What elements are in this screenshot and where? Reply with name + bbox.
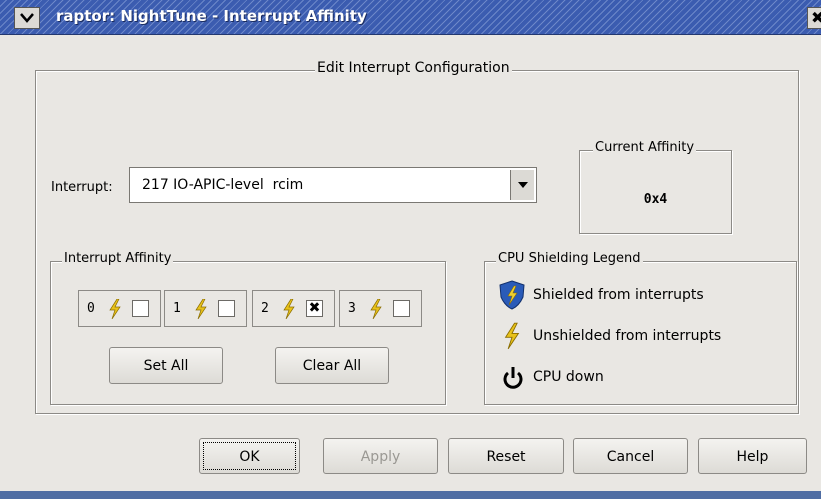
interrupt-affinity-dialog: raptor: NightTune - Interrupt Affinity ✖… [0, 0, 821, 491]
shield-icon [499, 280, 525, 310]
cpu-number: 0 [87, 301, 95, 316]
interrupt-affinity-title: Interrupt Affinity [62, 251, 174, 266]
edit-configuration-title: Edit Interrupt Configuration [315, 60, 512, 76]
cpu-number: 3 [348, 301, 356, 316]
triangle-down-icon [517, 182, 528, 188]
dropdown-arrow-button[interactable] [510, 170, 534, 200]
legend-shielded-text: Shielded from interrupts [533, 287, 704, 303]
legend-unshielded-text: Unshielded from interrupts [533, 328, 722, 344]
current-affinity-value: 0x4 [643, 192, 668, 207]
power-icon [503, 367, 523, 389]
cpu-0-checkbox[interactable] [132, 300, 149, 317]
lightning-bolt-icon [504, 322, 520, 350]
cpu-3-checkbox[interactable] [393, 300, 410, 317]
current-affinity-title: Current Affinity [593, 140, 697, 155]
cpu-0-cell: 0 [78, 290, 161, 327]
window-menu-button[interactable] [14, 7, 40, 29]
interrupt-select-value: 217 IO-APIC-level rcim [142, 177, 304, 193]
window-title: raptor: NightTune - Interrupt Affinity [56, 7, 367, 25]
apply-button[interactable]: Apply [323, 438, 438, 474]
help-button[interactable]: Help [698, 438, 807, 474]
set-all-button[interactable]: Set All [109, 347, 223, 384]
interrupt-label: Interrupt: [51, 180, 113, 195]
reset-button[interactable]: Reset [448, 438, 564, 474]
cpu-1-checkbox[interactable] [218, 300, 235, 317]
cancel-button[interactable]: Cancel [573, 438, 688, 474]
clear-all-button[interactable]: Clear All [275, 347, 389, 384]
lightning-bolt-icon [283, 299, 295, 319]
ok-button[interactable]: OK [199, 438, 300, 474]
lightning-bolt-icon [370, 299, 382, 319]
cpu-shielding-legend-title: CPU Shielding Legend [496, 251, 643, 266]
close-icon[interactable]: ✖ [807, 7, 821, 29]
cpu-1-cell: 1 [164, 290, 247, 327]
legend-cpu-down-text: CPU down [533, 369, 604, 385]
cpu-2-cell: 2 ✖ [252, 290, 335, 327]
interrupt-select[interactable]: 217 IO-APIC-level rcim [129, 167, 537, 203]
chevron-down-icon [20, 13, 34, 23]
cpu-3-cell: 3 [339, 290, 422, 327]
title-bar[interactable]: raptor: NightTune - Interrupt Affinity ✖ [0, 0, 821, 35]
ok-button-label: OK [239, 449, 260, 465]
cpu-2-checkbox[interactable]: ✖ [306, 300, 323, 317]
lightning-bolt-icon [109, 299, 121, 319]
cpu-number: 2 [261, 301, 269, 316]
cpu-number: 1 [173, 301, 181, 316]
lightning-bolt-icon [195, 299, 207, 319]
